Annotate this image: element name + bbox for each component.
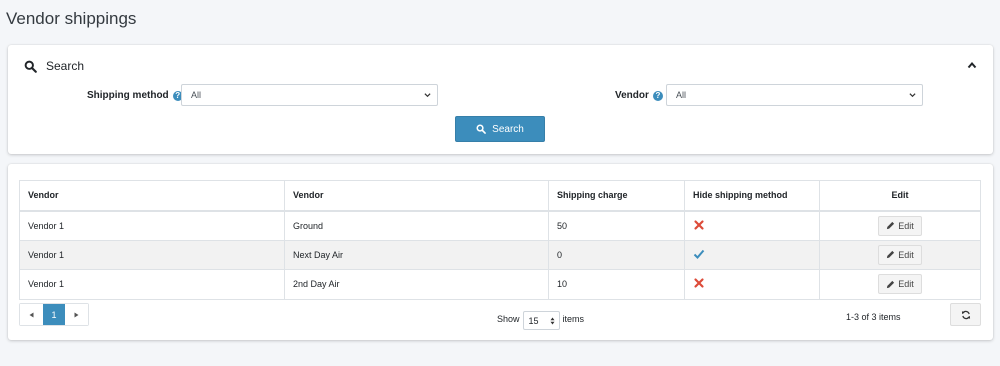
shipping-method-label: Shipping method ? bbox=[87, 90, 183, 101]
cell-shipping-method: Ground bbox=[284, 210, 549, 241]
triangle-left-icon bbox=[29, 312, 34, 317]
chevron-down-icon bbox=[424, 93, 431, 98]
pager-page-button[interactable]: 1 bbox=[43, 304, 65, 325]
refresh-icon bbox=[961, 310, 970, 319]
shipping-method-select-value: All bbox=[191, 90, 202, 100]
edit-button-label: Edit bbox=[898, 279, 914, 290]
column-header-shipping-charge[interactable]: Shipping charge bbox=[548, 180, 685, 212]
pencil-icon bbox=[887, 280, 895, 288]
table-header-row: Vendor Vendor Shipping charge Hide shipp… bbox=[19, 180, 981, 212]
pencil-icon bbox=[887, 221, 895, 230]
cell-edit: Edit bbox=[819, 239, 981, 270]
search-panel: Search Shipping method ? All Vendor ? Al… bbox=[8, 45, 993, 154]
page-title: Vendor shippings bbox=[6, 9, 137, 28]
vendor-shippings-grid-panel: Vendor Vendor Shipping charge Hide shipp… bbox=[8, 164, 993, 340]
cell-vendor: Vendor 1 bbox=[19, 239, 285, 270]
pencil-icon bbox=[887, 251, 895, 259]
cell-hide-shipping-method bbox=[684, 239, 820, 270]
search-panel-header[interactable]: Search bbox=[24, 59, 84, 73]
vendor-select-value: All bbox=[676, 90, 687, 100]
edit-button[interactable]: Edit bbox=[878, 274, 922, 295]
pager-next-button[interactable] bbox=[65, 304, 88, 325]
shipping-method-select[interactable]: All bbox=[181, 84, 438, 106]
cell-edit: Edit bbox=[819, 269, 981, 300]
column-header-shipping-method[interactable]: Vendor bbox=[284, 180, 549, 212]
cell-shipping-charge: 10 bbox=[548, 269, 685, 300]
page-size-value: 15 bbox=[528, 315, 539, 326]
table-row: Vendor 1 Ground 50 Edit bbox=[19, 210, 981, 241]
pagination: 1 bbox=[19, 303, 89, 326]
cell-vendor: Vendor 1 bbox=[19, 269, 285, 300]
shipping-method-label-text: Shipping method bbox=[87, 90, 169, 101]
vendor-select[interactable]: All bbox=[666, 84, 923, 106]
cell-hide-shipping-method bbox=[684, 210, 820, 241]
search-button-label: Search bbox=[492, 123, 524, 135]
cell-vendor: Vendor 1 bbox=[19, 210, 285, 241]
table-row: Vendor 1 Next Day Air 0 Edit bbox=[19, 239, 981, 270]
cell-shipping-charge: 0 bbox=[548, 239, 685, 270]
chevron-up-icon[interactable] bbox=[967, 61, 977, 69]
search-button[interactable]: Search bbox=[455, 116, 545, 142]
items-summary: 1-3 of 3 items bbox=[846, 312, 901, 322]
vendor-shippings-table: Vendor Vendor Shipping charge Hide shipp… bbox=[19, 180, 981, 300]
edit-button-label: Edit bbox=[898, 220, 914, 231]
pager-prev-button[interactable] bbox=[20, 304, 43, 325]
page-size-show-label: Show bbox=[497, 313, 520, 324]
check-icon bbox=[693, 249, 705, 259]
edit-button-label: Edit bbox=[898, 249, 914, 260]
table-row: Vendor 1 2nd Day Air 10 Edit bbox=[19, 269, 981, 300]
cell-shipping-method: 2nd Day Air bbox=[284, 269, 549, 300]
column-header-edit: Edit bbox=[819, 180, 981, 212]
vendor-label-text: Vendor bbox=[615, 90, 649, 101]
vendor-label: Vendor ? bbox=[615, 90, 663, 101]
cell-shipping-method: Next Day Air bbox=[284, 239, 549, 270]
search-panel-title: Search bbox=[46, 59, 85, 73]
sort-arrows-icon bbox=[550, 317, 555, 325]
cross-icon bbox=[694, 219, 704, 230]
column-header-vendor[interactable]: Vendor bbox=[19, 180, 285, 212]
edit-button[interactable]: Edit bbox=[878, 215, 922, 236]
edit-button[interactable]: Edit bbox=[878, 244, 922, 265]
search-icon bbox=[476, 124, 487, 134]
cell-shipping-charge: 50 bbox=[548, 210, 685, 241]
page-size-select[interactable]: 15 bbox=[522, 311, 560, 330]
cell-hide-shipping-method bbox=[684, 269, 820, 300]
question-circle-icon[interactable]: ? bbox=[652, 90, 663, 101]
cross-icon bbox=[694, 278, 704, 288]
page-size-control: Show 15 items bbox=[497, 307, 584, 330]
page-size-items-label: items bbox=[562, 313, 585, 324]
cell-edit: Edit bbox=[819, 210, 981, 241]
refresh-button[interactable] bbox=[950, 303, 981, 326]
triangle-right-icon bbox=[74, 312, 79, 317]
search-icon bbox=[24, 60, 37, 73]
chevron-down-icon bbox=[909, 93, 916, 98]
column-header-hide-shipping-method[interactable]: Hide shipping method bbox=[684, 180, 820, 212]
